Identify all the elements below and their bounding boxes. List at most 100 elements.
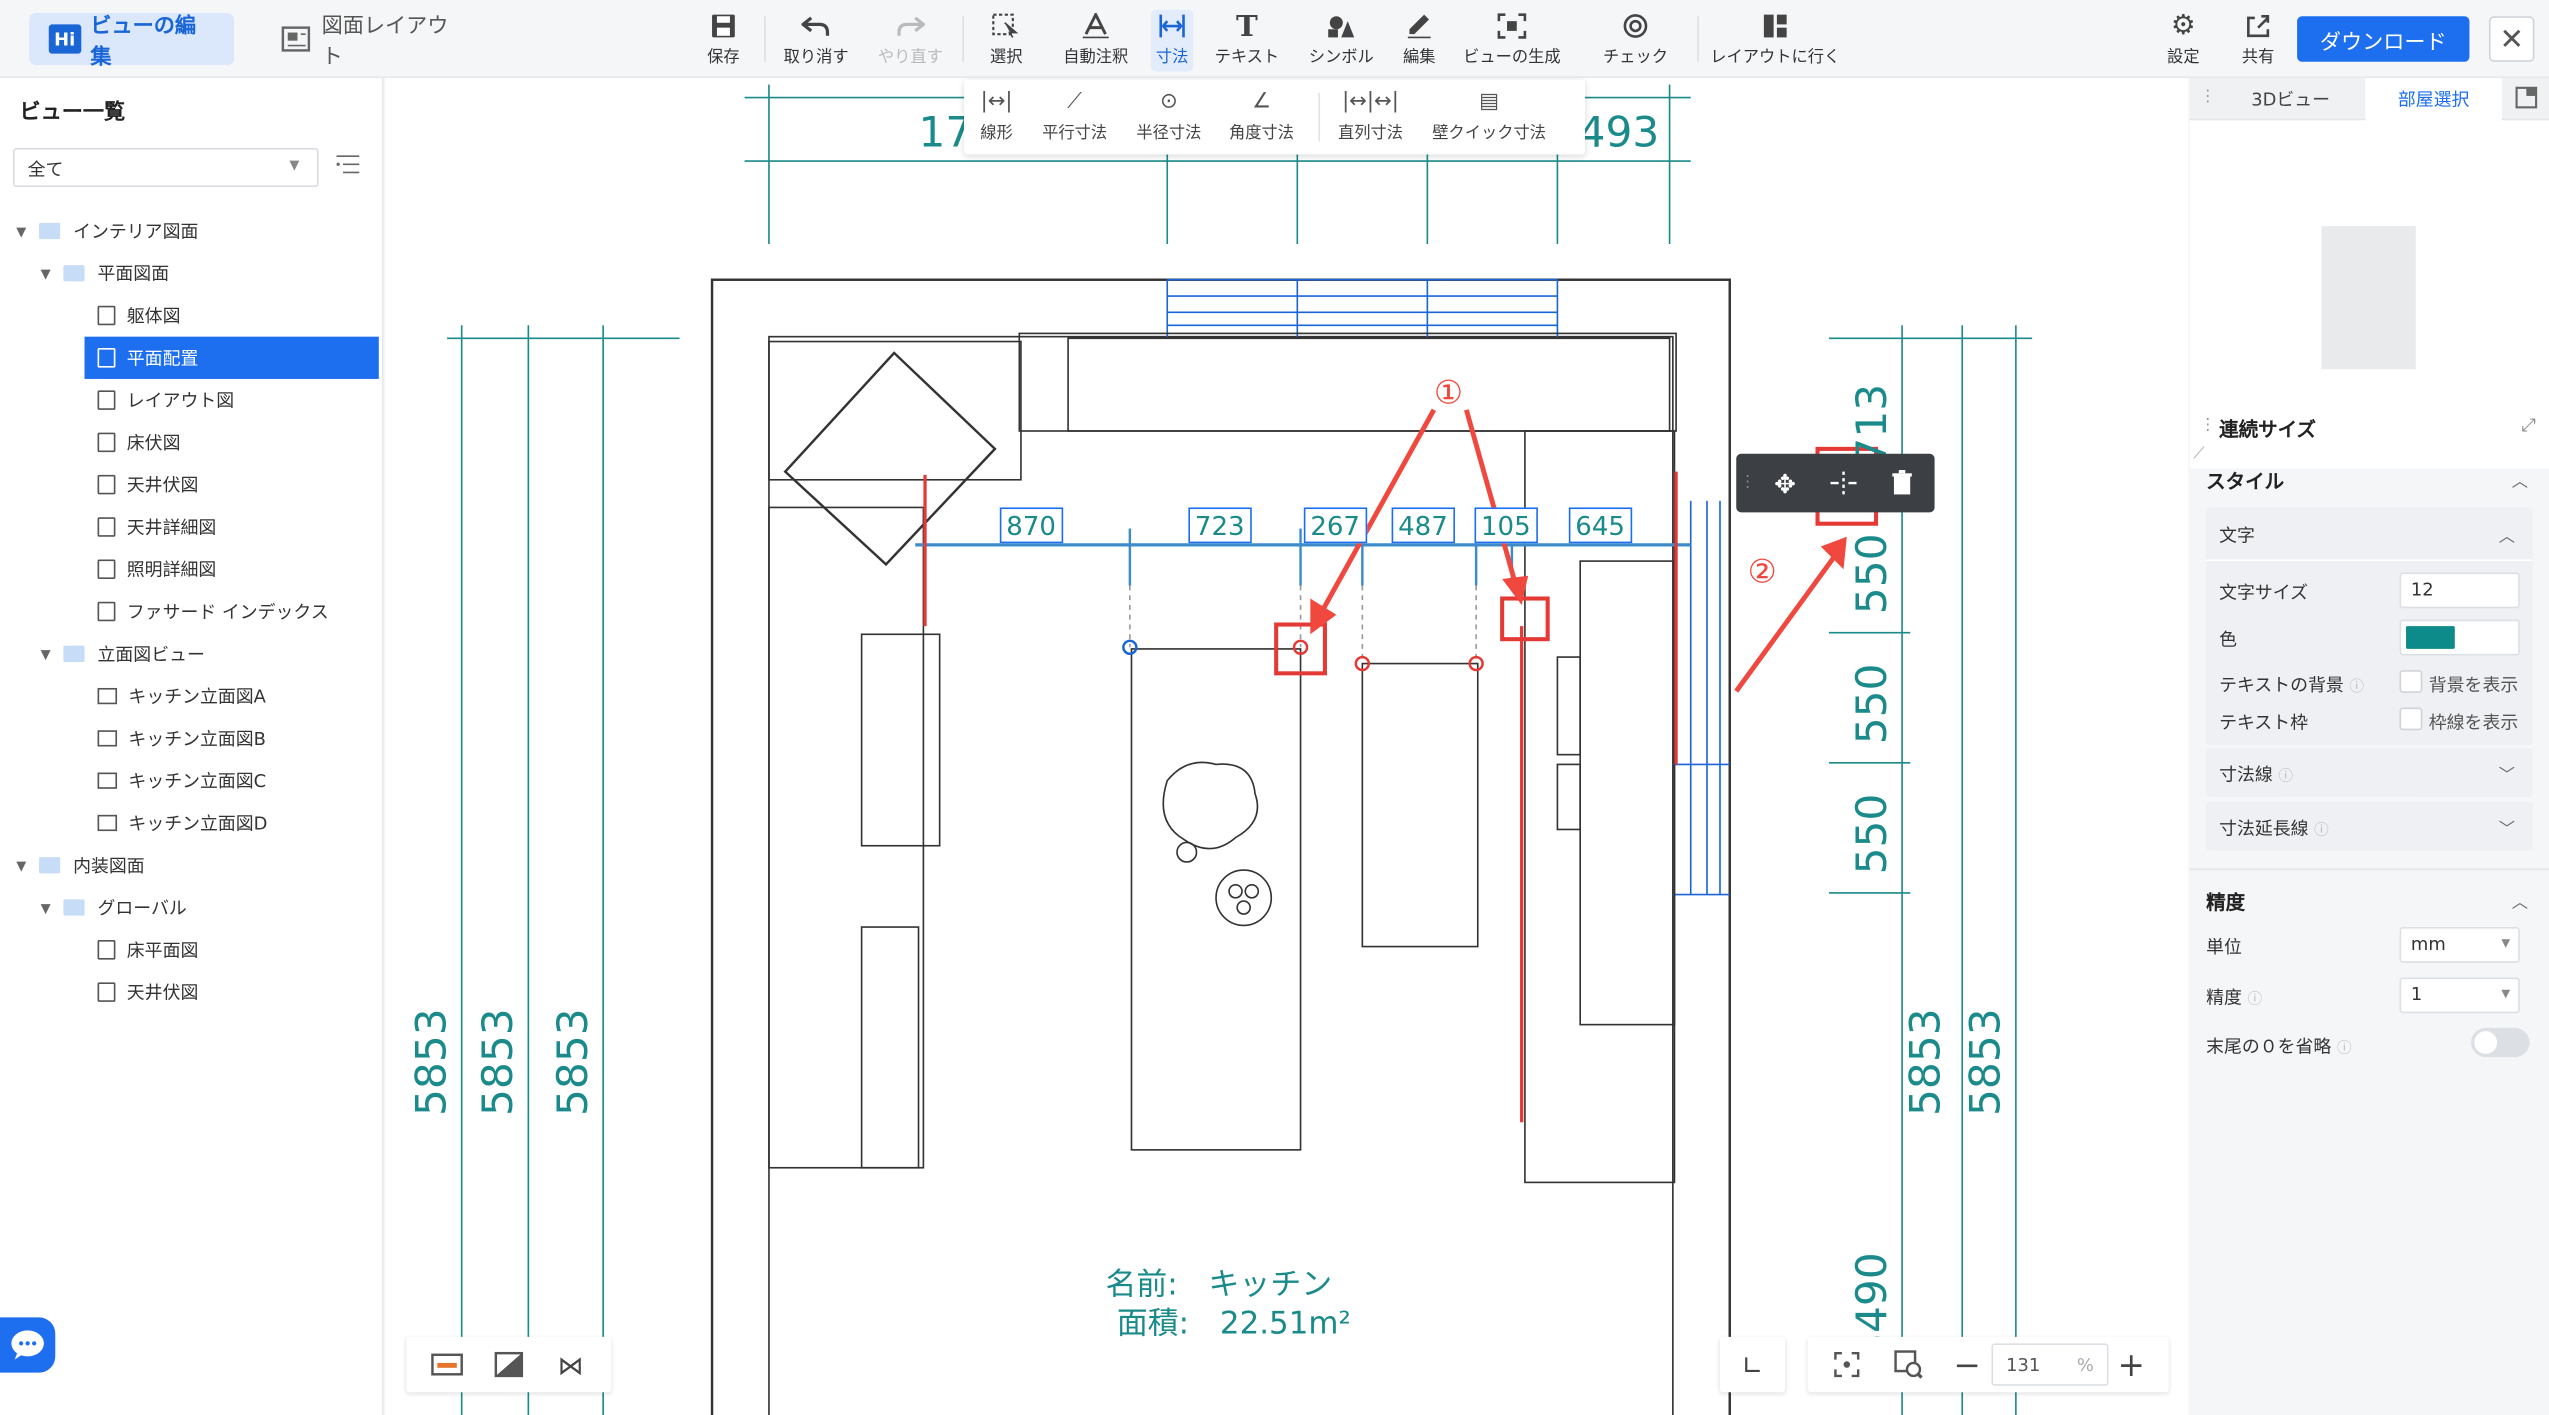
show-frame-checkbox[interactable] (2399, 707, 2423, 731)
sidebar-tree-item[interactable]: 平面配置 (84, 336, 379, 379)
check-tool[interactable]: チェック (1596, 10, 1674, 72)
dimension-line-section[interactable]: 寸法線 ⓘ ﹀ (2206, 748, 2533, 797)
list-settings-icon[interactable] (335, 151, 361, 177)
expand-caret-icon[interactable]: ▼ (41, 900, 64, 915)
chat-bubble-icon[interactable] (0, 1317, 56, 1373)
drag-handle-icon[interactable]: ⋮ (2200, 416, 2216, 434)
plan-view-icon (97, 305, 116, 326)
serial-dimension-tool[interactable]: |↔|↔| 直列寸法 (1338, 89, 1403, 143)
style-section-header[interactable]: スタイル ︿ (2190, 452, 2549, 504)
auto-annotate-tool[interactable]: 自動注釈 (1057, 10, 1135, 72)
angle-dimension-tool[interactable]: ∠ 角度寸法 (1229, 89, 1294, 143)
download-button[interactable]: ダウンロード (2297, 16, 2470, 62)
dimension-tool[interactable]: 寸法 (1150, 9, 1194, 72)
wall-quick-dimension-tool[interactable]: ▤ 壁クイック寸法 (1432, 89, 1546, 143)
trash-icon[interactable] (1873, 454, 1932, 513)
sidebar-tree-item[interactable]: ▼ 立面図ビュー (0, 633, 384, 675)
sidebar-tree-item[interactable]: ▼ インテリア図面 (0, 210, 384, 252)
color-picker[interactable] (2399, 619, 2520, 656)
zoom-area-icon[interactable] (1886, 1339, 1932, 1391)
tab-room-select[interactable]: 部屋選択 (2365, 78, 2502, 121)
redo-button[interactable]: やり直す (871, 10, 949, 72)
chevron-up-icon[interactable]: ︿ (2499, 522, 2515, 547)
sidebar-tree-item[interactable]: 天井伏図 (0, 971, 384, 1013)
sidebar-tree-item[interactable]: ▼ 平面図面 (0, 252, 384, 294)
drag-handle-icon[interactable]: ⋮ (1739, 473, 1755, 491)
share-button[interactable]: 共有 (2237, 10, 2279, 72)
sidebar-tree-item[interactable]: 天井詳細図 (0, 506, 384, 548)
layer-color-icon[interactable] (423, 1339, 472, 1391)
expand-caret-icon[interactable]: ▼ (41, 646, 64, 661)
select-tool[interactable]: 選択 (975, 10, 1037, 72)
chain-dim-label[interactable]: 645 (1568, 507, 1632, 544)
sidebar-tree-item[interactable]: キッチン立面図C (0, 760, 384, 802)
expand-caret-icon[interactable]: ▼ (41, 266, 64, 281)
sidebar-tree-item[interactable]: キッチン立面図D (0, 802, 384, 844)
axis-icon[interactable]: ∟ (1730, 1339, 1776, 1391)
sidebar-tree-item[interactable]: 躯体図 (0, 294, 384, 336)
settings-button[interactable]: ⚙ 設定 (2159, 10, 2208, 72)
edit-tool[interactable]: 編集 (1395, 10, 1444, 72)
sidebar-tree-item[interactable]: 天井伏図 (0, 464, 384, 506)
sidebar-tree-item[interactable]: レイアウト図 (0, 379, 384, 421)
zoom-level-input[interactable]: 131 % (1991, 1343, 2109, 1386)
snap-icon[interactable]: ⋈ (546, 1339, 595, 1391)
save-button[interactable]: 保存 (696, 10, 751, 72)
edit-pencil-icon (1407, 14, 1431, 39)
close-icon[interactable]: ✕ (2488, 16, 2535, 62)
text-size-label: 文字サイズ (2219, 582, 2308, 604)
show-background-checkbox[interactable] (2399, 670, 2423, 693)
mode-tab-drawing-layout[interactable]: 図面レイアウト (260, 13, 488, 70)
go-layout-button[interactable]: レイアウトに行く (1707, 10, 1844, 72)
sidebar-tree-item[interactable]: 床平面図 (0, 929, 384, 971)
undo-button[interactable]: 取り消す (777, 10, 855, 72)
symbol-tool[interactable]: シンボル (1304, 10, 1379, 72)
chain-dim-label[interactable]: 487 (1391, 507, 1455, 544)
view-filter-select[interactable]: 全て (13, 148, 319, 188)
expand-panel-icon[interactable] (2515, 86, 2538, 114)
sidebar-tree-item[interactable]: キッチン立面図B (0, 717, 384, 759)
chain-dim-label[interactable]: 105 (1474, 507, 1538, 544)
unit-select[interactable]: mm ▼ (2399, 927, 2520, 963)
callout-number-1: ① (1433, 372, 1464, 412)
sidebar-tree-item[interactable]: ファサード インデックス (0, 590, 384, 632)
extension-line-section[interactable]: 寸法延長線 ⓘ ﹀ (2206, 801, 2533, 851)
room-area-label[interactable]: 面積: 22.51m² (1117, 1299, 1351, 1343)
sidebar-tree-item[interactable]: 照明詳細図 (0, 548, 384, 590)
room-name-label[interactable]: 名前: キッチン (1105, 1260, 1332, 1304)
zoom-out-icon[interactable]: − (1948, 1339, 1987, 1391)
tab-3d-view[interactable]: 3Dビュー (2216, 78, 2366, 120)
expand-caret-icon[interactable]: ▼ (16, 224, 39, 239)
info-icon: ⓘ (2278, 769, 2294, 786)
omit-trailing-zero-toggle[interactable] (2471, 1027, 2530, 1058)
chain-dim-label[interactable]: 267 (1303, 507, 1367, 544)
plan-view-icon (97, 940, 116, 960)
radius-dimension-tool[interactable]: ⊙ 半径寸法 (1136, 89, 1201, 143)
generate-view-tool[interactable]: ビューの生成 (1457, 10, 1568, 72)
split-dimension-icon[interactable] (1814, 454, 1873, 513)
sidebar-tree-item[interactable]: 床伏図 (0, 421, 384, 463)
contrast-icon[interactable] (484, 1339, 533, 1391)
parallel-dimension-tool[interactable]: ⟋ 平行寸法 (1042, 89, 1107, 143)
popout-icon[interactable]: ⤢ (2521, 415, 2535, 438)
linear-dimension-tool[interactable]: |↔| 線形 (980, 89, 1013, 143)
zoom-in-icon[interactable]: + (2112, 1339, 2151, 1391)
precision-stepper[interactable]: 1 ▼ (2399, 977, 2520, 1014)
text-size-input[interactable]: 12 (2399, 572, 2520, 609)
move-icon[interactable]: ✥ (1756, 454, 1815, 513)
drawing-canvas[interactable]: 17 493 870 723 267 487 105 645 5853 5853… (385, 78, 2189, 1415)
chain-dim-label[interactable]: 870 (999, 507, 1063, 544)
chain-dim-label[interactable]: 723 (1188, 507, 1252, 544)
drag-handle-icon[interactable]: ⋮ (2200, 88, 2216, 106)
elevation-view-icon (97, 814, 118, 832)
precision-section-header[interactable]: 精度 ︿ (2190, 878, 2549, 924)
fit-view-icon[interactable] (1824, 1339, 1870, 1391)
text-tool[interactable]: T テキスト (1210, 9, 1285, 72)
expand-caret-icon[interactable]: ▼ (16, 858, 39, 873)
top-dimension-label: 493 (1578, 108, 1660, 158)
mode-tab-view-edit[interactable]: Hi ビューの編集 (29, 13, 235, 70)
sidebar-tree-item[interactable]: キッチン立面図A (0, 675, 384, 717)
sidebar-tree-item[interactable]: ▼ グローバル (0, 886, 384, 928)
sidebar-tree-item[interactable]: ▼ 内装図面 (0, 844, 384, 886)
dimension-sub-toolbar: |↔| 線形 ⟋ 平行寸法 ⊙ 半径寸法 ∠ 角度寸法 |↔|↔| 直列寸法 ▤ 壁クイック… (964, 79, 1586, 155)
